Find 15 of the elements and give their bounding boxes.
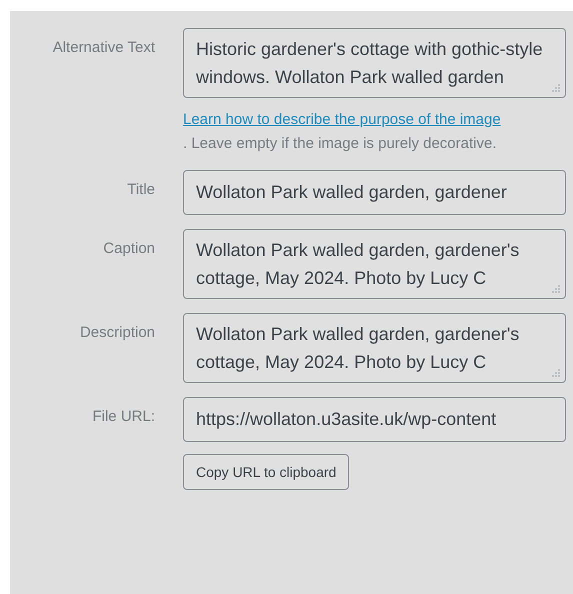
copy-url-button[interactable]: Copy URL to clipboard [183, 454, 350, 490]
field-label: Alternative Text [52, 39, 155, 56]
resize-grip-icon[interactable] [551, 284, 561, 294]
text-area[interactable]: Historic gardener's cottage with gothic-style windows. Wollaton Park walled garden [183, 28, 566, 98]
field-label: Title [127, 181, 155, 198]
field-label: File URL: [92, 408, 155, 425]
field-label: Caption [103, 240, 155, 257]
text-field[interactable]: Wollaton Park walled garden, gardener [183, 170, 566, 215]
text-field[interactable]: https://wollaton.u3asite.uk/wp-content [183, 397, 566, 442]
help-text: . Leave empty if the image is purely decorative. [183, 134, 498, 154]
text-area[interactable]: Wollaton Park walled garden, gardener's cottage, May 2024. Photo by Lucy C [183, 229, 566, 299]
resize-grip-icon[interactable] [551, 83, 561, 93]
field-label: Description [80, 324, 155, 341]
resize-grip-icon[interactable] [551, 368, 561, 378]
text-area[interactable]: Wollaton Park walled garden, gardener's cottage, May 2024. Photo by Lucy C [183, 313, 566, 383]
